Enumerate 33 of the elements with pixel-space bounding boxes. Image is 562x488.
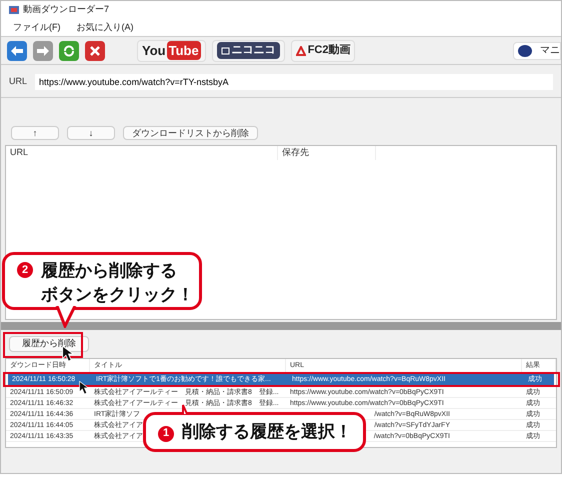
window-title: 動画ダウンローダー7 xyxy=(23,3,110,16)
url-field[interactable]: https://www.youtube.com/watch?v=rTY-nstsbyA xyxy=(35,74,553,90)
forward-button[interactable] xyxy=(33,40,53,60)
menu-item[interactable]: ファイル(F) xyxy=(13,20,60,34)
delete-history-button[interactable]: 履歴から削除 xyxy=(9,336,89,352)
column-header: 保存先 xyxy=(278,146,376,160)
callout-text: ボタンをクリック！ xyxy=(41,284,194,306)
fc2-button[interactable]: FC2動画 xyxy=(290,40,356,62)
cursor-icon xyxy=(79,380,90,396)
app-icon xyxy=(9,5,19,15)
callout-text: 削除する履歴を選択！ xyxy=(182,421,352,443)
help-icon xyxy=(518,44,532,56)
logo-icon xyxy=(296,46,306,56)
menu-item[interactable]: お気に入り(A) xyxy=(76,20,134,34)
tv-icon xyxy=(220,46,230,55)
refresh-icon xyxy=(63,44,75,56)
close-icon xyxy=(90,46,100,56)
list-button[interactable]: ダウンロードリストから削除 xyxy=(123,126,258,140)
right-arrow-icon xyxy=(37,46,49,56)
column-header: URL xyxy=(6,146,278,160)
list-button[interactable]: ↓ xyxy=(67,126,115,140)
callout-text: 履歴から削除する xyxy=(41,260,178,282)
manual-button[interactable]: マニ xyxy=(513,42,561,60)
step-number: 2 xyxy=(17,262,33,278)
list-button[interactable]: ↑ xyxy=(11,126,59,140)
step-number: 1 xyxy=(158,426,174,442)
youtube-button[interactable]: You Tube xyxy=(137,40,206,62)
left-arrow-icon xyxy=(11,46,23,56)
refresh-button[interactable] xyxy=(59,40,79,60)
url-label: URL xyxy=(9,75,28,88)
back-button[interactable] xyxy=(7,40,27,60)
stop-button[interactable] xyxy=(85,40,105,60)
niconico-button[interactable]: ニコニコ xyxy=(212,40,285,62)
